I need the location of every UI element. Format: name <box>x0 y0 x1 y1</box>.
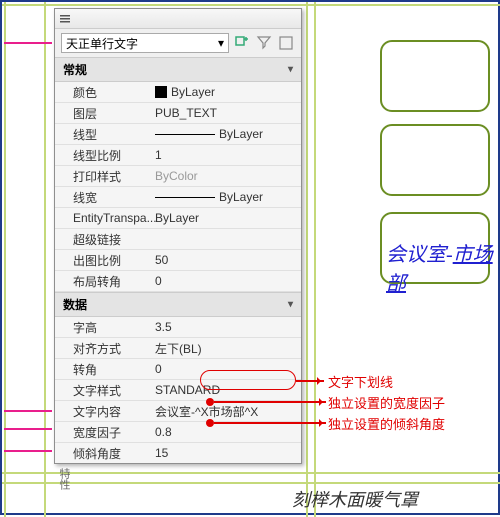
annotation-circle <box>200 370 296 390</box>
annotation-dot-icon <box>206 419 214 427</box>
prop-label: 超级链接 <box>55 231 151 248</box>
prop-value-content[interactable]: 会议室-^X市场部^X <box>151 403 301 420</box>
annotation-arrow-icon <box>296 380 324 382</box>
prop-value-align[interactable]: 左下(BL) <box>151 340 301 357</box>
section-data[interactable]: 数据 <box>55 292 301 317</box>
panel-side-tab[interactable]: 特性 <box>54 464 74 494</box>
prop-label: 倾斜角度 <box>55 445 151 462</box>
prop-label: 对齐方式 <box>55 340 151 357</box>
menu-icon[interactable] <box>59 13 71 25</box>
add-selection-icon[interactable] <box>233 34 251 52</box>
prop-value-layoutrot[interactable]: 0 <box>151 274 301 288</box>
room-box <box>380 124 490 196</box>
annotation-text: 独立设置的倾斜角度 <box>328 414 445 433</box>
prop-label: 文字内容 <box>55 403 151 420</box>
prop-value-linetype[interactable]: ByLayer <box>151 127 301 141</box>
section-general[interactable]: 常规 <box>55 57 301 82</box>
prop-label: 线型比例 <box>55 147 151 164</box>
annotation-arrow-icon <box>214 422 326 424</box>
prop-label: 线型 <box>55 126 151 143</box>
panel-header <box>55 9 301 29</box>
object-type-select[interactable]: 天正单行文字▾ <box>61 33 229 53</box>
prop-label: 打印样式 <box>55 168 151 185</box>
color-swatch-icon <box>155 86 167 98</box>
prop-value-transp[interactable]: ByLayer <box>151 211 301 225</box>
quick-select-icon[interactable] <box>255 34 273 52</box>
prop-label: 图层 <box>55 105 151 122</box>
prop-value-widthf[interactable]: 0.8 <box>151 425 301 439</box>
prop-label: 字高 <box>55 319 151 336</box>
prop-label: 文字样式 <box>55 382 151 399</box>
annotation-arrow-icon <box>214 401 326 403</box>
prop-label: 宽度因子 <box>55 424 151 441</box>
prop-value-color[interactable]: ByLayer <box>151 85 301 99</box>
prop-value-plotstyle: ByColor <box>151 169 301 183</box>
chevron-down-icon: ▾ <box>218 36 224 50</box>
prop-label: 布局转角 <box>55 273 151 290</box>
prop-label: 颜色 <box>55 84 151 101</box>
prop-value-lineweight[interactable]: ByLayer <box>151 190 301 204</box>
prop-value-height[interactable]: 3.5 <box>151 320 301 334</box>
properties-panel: 天正单行文字▾ 常规 颜色ByLayer 图层PUB_TEXT 线型ByLaye… <box>54 8 302 464</box>
pickset-icon[interactable] <box>277 34 295 52</box>
room-box <box>380 40 490 112</box>
prop-label: 转角 <box>55 361 151 378</box>
prop-value-ltscale[interactable]: 1 <box>151 148 301 162</box>
prop-label: 出图比例 <box>55 252 151 269</box>
prop-label: 线宽 <box>55 189 151 206</box>
annotation-dot-icon <box>206 398 214 406</box>
annotation-text: 独立设置的宽度因子 <box>328 393 445 412</box>
room-label: 会议室-市场部 <box>386 238 498 296</box>
canvas-text: 刻榉木面暖气罩 <box>292 486 418 512</box>
annotation-text: 文字下划线 <box>328 372 393 391</box>
prop-value-oblique[interactable]: 15 <box>151 446 301 460</box>
prop-value-layer[interactable]: PUB_TEXT <box>151 106 301 120</box>
prop-value-plotscale[interactable]: 50 <box>151 253 301 267</box>
prop-label: EntityTranspa... <box>55 211 151 225</box>
